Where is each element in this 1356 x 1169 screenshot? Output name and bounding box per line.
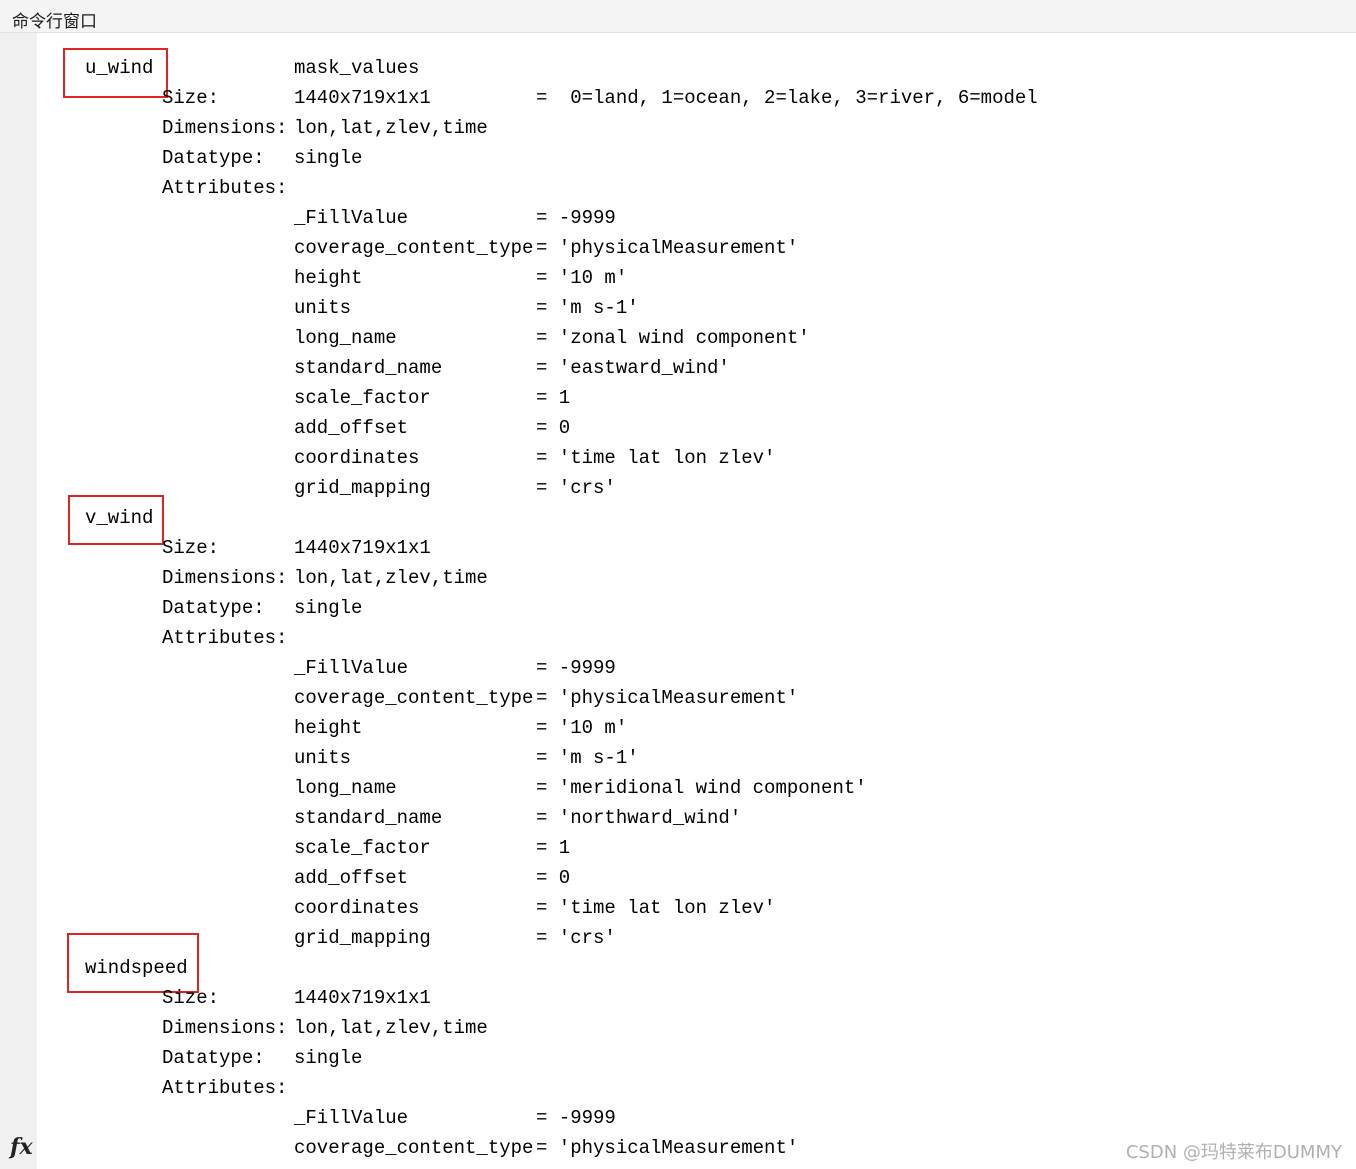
attribute-key: units	[294, 747, 352, 769]
datatype-value: single	[294, 147, 363, 169]
size-label: Size:	[162, 987, 220, 1009]
datatype-label: Datatype:	[162, 147, 265, 169]
attribute-key: _FillValue	[294, 207, 409, 229]
attribute-key: height	[294, 267, 363, 289]
datatype-value: single	[294, 1047, 363, 1069]
command-output[interactable]: mask_values = 0=land, 1=ocean, 2=lake, 3…	[37, 33, 1356, 1169]
attribute-value: = 'm s-1'	[536, 297, 639, 319]
attribute-key: grid_mapping	[294, 927, 431, 949]
attribute-value: = '10 m'	[536, 267, 628, 289]
left-gutter	[0, 33, 37, 1169]
attributes-label: Attributes:	[162, 177, 288, 199]
attribute-key: add_offset	[294, 417, 409, 439]
attribute-key: long_name	[294, 777, 397, 799]
mask-value: = 0=land, 1=ocean, 2=lake, 3=river, 6=mo…	[536, 87, 1038, 109]
fx-icon[interactable]: fx	[10, 1134, 33, 1160]
attribute-value: = 'time lat lon zlev'	[536, 897, 776, 919]
dimensions-value: lon,lat,zlev,time	[294, 567, 488, 589]
datatype-value: single	[294, 597, 363, 619]
attribute-value: = 'northward_wind'	[536, 807, 742, 829]
attribute-key: _FillValue	[294, 1107, 409, 1129]
highlight-box	[68, 495, 164, 545]
size-value: 1440x719x1x1	[294, 87, 431, 109]
attribute-key: scale_factor	[294, 837, 431, 859]
attribute-key: standard_name	[294, 807, 443, 829]
mask-key: mask_values	[294, 57, 420, 79]
attribute-key: long_name	[294, 327, 397, 349]
attribute-key: coordinates	[294, 447, 420, 469]
attribute-value: = 'physicalMeasurement'	[536, 687, 799, 709]
attribute-key: coordinates	[294, 897, 420, 919]
attribute-value: = 'meridional wind component'	[536, 777, 867, 799]
attribute-key: units	[294, 297, 352, 319]
window-title: 命令行窗口	[12, 12, 97, 32]
attributes-label: Attributes:	[162, 627, 288, 649]
attribute-value: = 1	[536, 387, 571, 409]
dimensions-value: lon,lat,zlev,time	[294, 117, 488, 139]
command-window-titlebar: 命令行窗口	[0, 0, 1356, 33]
attribute-value: = 'eastward_wind'	[536, 357, 730, 379]
attribute-value: = 'physicalMeasurement'	[536, 237, 799, 259]
attribute-value: = 'physicalMeasurement'	[536, 1137, 799, 1159]
size-value: 1440x719x1x1	[294, 537, 431, 559]
attribute-key: standard_name	[294, 357, 443, 379]
size-label: Size:	[162, 87, 220, 109]
attribute-key: grid_mapping	[294, 477, 431, 499]
attribute-value: = 1	[536, 837, 571, 859]
watermark: CSDN @玛特莱布DUMMY	[1125, 1142, 1342, 1163]
size-label: Size:	[162, 537, 220, 559]
attribute-value: = 'zonal wind component'	[536, 327, 810, 349]
attribute-value: = -9999	[536, 657, 616, 679]
attribute-value: = '10 m'	[536, 717, 628, 739]
attribute-value: = -9999	[536, 207, 616, 229]
attribute-key: scale_factor	[294, 387, 431, 409]
dimensions-label: Dimensions:	[162, 567, 288, 589]
attribute-key: _FillValue	[294, 657, 409, 679]
dimensions-label: Dimensions:	[162, 1017, 288, 1039]
datatype-label: Datatype:	[162, 1047, 265, 1069]
attribute-value: = 0	[536, 867, 571, 889]
highlight-box	[63, 48, 168, 98]
datatype-label: Datatype:	[162, 597, 265, 619]
attributes-label: Attributes:	[162, 1077, 288, 1099]
attribute-key: add_offset	[294, 867, 409, 889]
attribute-value: = 0	[536, 417, 571, 439]
size-value: 1440x719x1x1	[294, 987, 431, 1009]
dimensions-label: Dimensions:	[162, 117, 288, 139]
attribute-value: = 'time lat lon zlev'	[536, 447, 776, 469]
attribute-key: coverage_content_type	[294, 237, 534, 259]
attribute-key: height	[294, 717, 363, 739]
attribute-value: = -9999	[536, 1107, 616, 1129]
attribute-key: coverage_content_type	[294, 687, 534, 709]
dimensions-value: lon,lat,zlev,time	[294, 1017, 488, 1039]
attribute-key: coverage_content_type	[294, 1137, 534, 1159]
attribute-value: = 'crs'	[536, 477, 616, 499]
attribute-value: = 'm s-1'	[536, 747, 639, 769]
attribute-value: = 'crs'	[536, 927, 616, 949]
